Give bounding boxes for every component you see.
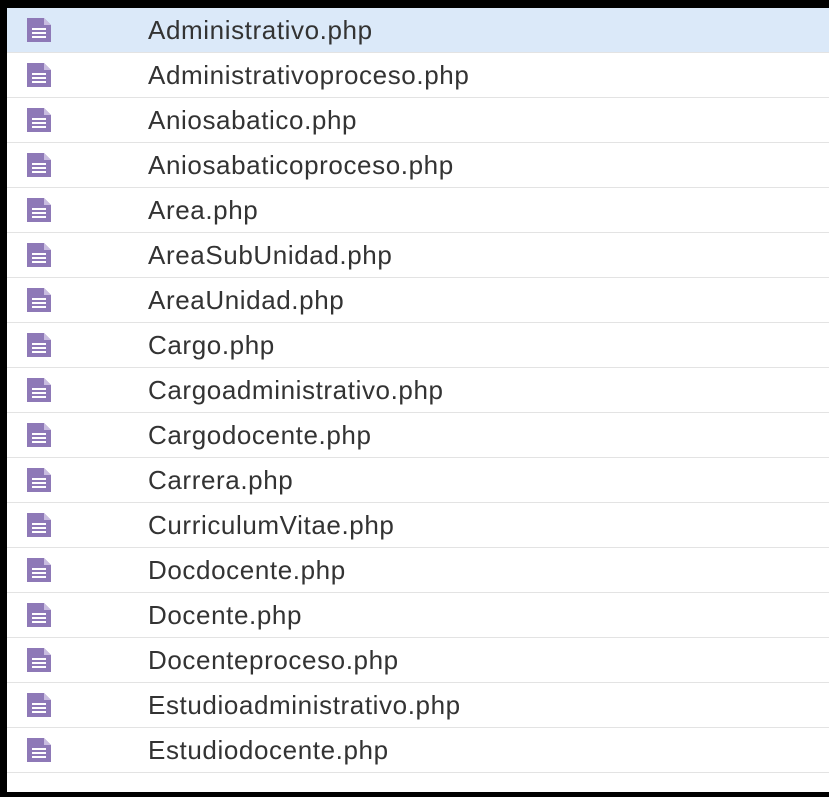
file-name: Cargo.php xyxy=(148,329,275,360)
file-name: Cargodocente.php xyxy=(148,419,372,450)
file-list-item[interactable]: Cargodocente.php xyxy=(7,413,829,458)
file-name: Cargoadministrativo.php xyxy=(148,374,444,405)
file-list-item[interactable]: Aniosabatico.php xyxy=(7,98,829,143)
document-icon xyxy=(25,647,53,673)
file-name: Aniosabatico.php xyxy=(148,104,358,135)
file-list-item[interactable]: AreaUnidad.php xyxy=(7,278,829,323)
document-icon xyxy=(25,197,53,223)
file-name: Docenteproceso.php xyxy=(148,644,399,675)
file-name: AreaUnidad.php xyxy=(148,284,345,315)
file-name: Estudioadministrativo.php xyxy=(148,689,461,720)
file-list-item[interactable]: Administrativo.php xyxy=(7,8,829,53)
file-name: AreaSubUnidad.php xyxy=(148,239,393,270)
document-icon xyxy=(25,512,53,538)
document-icon xyxy=(25,467,53,493)
file-list-item[interactable]: CurriculumVitae.php xyxy=(7,503,829,548)
file-list-item[interactable]: Carrera.php xyxy=(7,458,829,503)
file-list-item[interactable]: AreaSubUnidad.php xyxy=(7,233,829,278)
file-name: Estudiodocente.php xyxy=(148,734,389,765)
file-list: Administrativo.php Administrativoproceso.… xyxy=(7,8,829,773)
file-list-item[interactable]: Estudioadministrativo.php xyxy=(7,683,829,728)
document-icon xyxy=(25,557,53,583)
file-name: Carrera.php xyxy=(148,464,294,495)
file-list-item[interactable]: Cargoadministrativo.php xyxy=(7,368,829,413)
file-name: Area.php xyxy=(148,194,259,225)
file-name: Administrativoproceso.php xyxy=(148,59,470,90)
file-name: Administrativo.php xyxy=(148,14,373,45)
document-icon xyxy=(25,377,53,403)
file-list-item[interactable]: Docente.php xyxy=(7,593,829,638)
document-icon xyxy=(25,602,53,628)
file-name: Docdocente.php xyxy=(148,554,346,585)
file-name: Aniosabaticoproceso.php xyxy=(148,149,454,180)
file-list-item[interactable]: Aniosabaticoproceso.php xyxy=(7,143,829,188)
document-icon xyxy=(25,17,53,43)
document-icon xyxy=(25,242,53,268)
file-list-item[interactable]: Cargo.php xyxy=(7,323,829,368)
file-browser-frame: Administrativo.php Administrativoproceso.… xyxy=(0,0,829,797)
file-name: CurriculumVitae.php xyxy=(148,509,395,540)
document-icon xyxy=(25,737,53,763)
document-icon xyxy=(25,152,53,178)
document-icon xyxy=(25,692,53,718)
file-list-item[interactable]: Administrativoproceso.php xyxy=(7,53,829,98)
document-icon xyxy=(25,107,53,133)
file-list-item[interactable]: Docenteproceso.php xyxy=(7,638,829,683)
file-name: Docente.php xyxy=(148,599,303,630)
document-icon xyxy=(25,287,53,313)
file-list-item[interactable]: Estudiodocente.php xyxy=(7,728,829,773)
document-icon xyxy=(25,62,53,88)
file-list-item[interactable]: Docdocente.php xyxy=(7,548,829,593)
document-icon xyxy=(25,422,53,448)
document-icon xyxy=(25,332,53,358)
file-list-item[interactable]: Area.php xyxy=(7,188,829,233)
